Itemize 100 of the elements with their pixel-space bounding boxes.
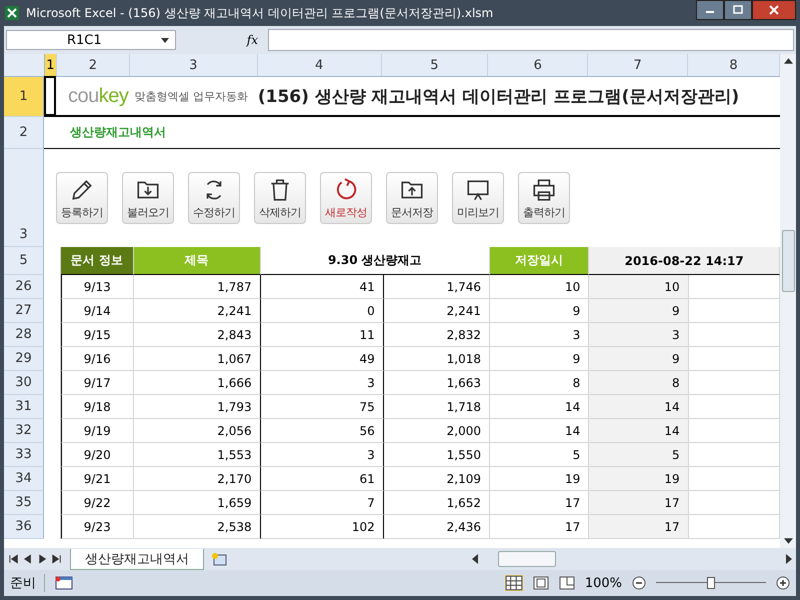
row-header[interactable]: 2 — [4, 117, 44, 149]
refresh-button[interactable]: 수정하기 — [188, 172, 240, 224]
table-cell: 1,666 — [134, 371, 261, 395]
table-cell: 9/17 — [61, 371, 134, 395]
table-cell: 9/13 — [61, 275, 134, 299]
table-cell: 2,832 — [384, 323, 490, 347]
window-title: Microsoft Excel - (156) 생산량 재고내역서 데이터관리 프로그램(문서저장관리).xlsm — [26, 4, 494, 22]
row-header[interactable]: 36 — [4, 515, 44, 539]
table-cell: 75 — [260, 395, 384, 419]
zoom-out-icon[interactable] — [632, 576, 646, 590]
printer-icon — [531, 176, 557, 202]
row-header[interactable]: 32 — [4, 419, 44, 443]
name-box[interactable]: R1C1 — [6, 30, 176, 50]
page-break-icon[interactable] — [558, 576, 575, 590]
table-cell: 9/15 — [61, 323, 134, 347]
column-header[interactable]: 4 — [258, 54, 382, 76]
column-header[interactable]: 7 — [588, 54, 688, 76]
normal-view-icon[interactable] — [504, 575, 523, 591]
table-cell: 11 — [260, 323, 384, 347]
scroll-right-icon[interactable] — [786, 554, 792, 564]
column-header[interactable]: 1 — [44, 54, 57, 76]
row-header[interactable]: 27 — [4, 299, 44, 323]
logo-text: coukey — [68, 84, 128, 108]
formula-input-field[interactable] — [268, 29, 794, 51]
row-header[interactable]: 30 — [4, 371, 44, 395]
row-header[interactable]: 5 — [4, 247, 44, 275]
table-cell: 7 — [260, 491, 384, 515]
table-cell: 1,067 — [134, 347, 261, 371]
row-header[interactable]: 35 — [4, 491, 44, 515]
column-header[interactable]: 2 — [56, 54, 130, 76]
sheet-tab[interactable]: 생산량재고내역서 — [70, 548, 204, 570]
zoom-slider[interactable] — [656, 576, 766, 590]
scroll-down-icon[interactable] — [784, 538, 792, 544]
table-cell: 3 — [260, 443, 384, 467]
table-cell: 19 — [589, 467, 689, 491]
table-cell: 9/21 — [61, 467, 134, 491]
column-header[interactable]: 5 — [382, 54, 488, 76]
page-layout-icon[interactable] — [532, 576, 549, 590]
maximize-button[interactable] — [724, 0, 752, 20]
scroll-thumb[interactable] — [782, 230, 794, 292]
macro-record-icon[interactable] — [55, 576, 73, 590]
table-cell: 56 — [260, 419, 384, 443]
zoom-level[interactable]: 100% — [584, 576, 622, 590]
table-cell: 2,000 — [384, 419, 490, 443]
table-cell: 9/20 — [61, 443, 134, 467]
table-cell: 2,109 — [384, 467, 490, 491]
table-cell: 1,553 — [134, 443, 261, 467]
row-header[interactable]: 29 — [4, 347, 44, 371]
zoom-slider-thumb[interactable] — [707, 577, 715, 589]
table-cell: 3 — [589, 323, 689, 347]
insert-function-button[interactable]: fx — [180, 33, 264, 47]
folder-up-button[interactable]: 문서저장 — [386, 172, 438, 224]
close-button[interactable] — [752, 0, 796, 20]
column-header[interactable]: 3 — [130, 54, 258, 76]
table-cell: 41 — [260, 275, 384, 299]
row-header[interactable]: 28 — [4, 323, 44, 347]
table-cell: 17 — [589, 515, 689, 539]
row-header[interactable]: 31 — [4, 395, 44, 419]
column-header[interactable]: 6 — [488, 54, 588, 76]
scroll-up-icon[interactable] — [784, 58, 792, 64]
table-cell: 10 — [589, 275, 689, 299]
table-cell: 1,659 — [134, 491, 261, 515]
circle-arrow-button[interactable]: 새로작성 — [320, 172, 372, 224]
row-header[interactable]: 1 — [4, 77, 44, 117]
table-cell: 3 — [260, 371, 384, 395]
table-cell: 14 — [589, 419, 689, 443]
table-cell: 9 — [589, 347, 689, 371]
status-text: 준비 — [10, 574, 45, 592]
table-cell: 0 — [260, 299, 384, 323]
row-header[interactable]: 33 — [4, 443, 44, 467]
table-cell: 14 — [589, 395, 689, 419]
row-header[interactable]: 26 — [4, 275, 44, 299]
table-cell: 2016-08-22 14:17 — [589, 247, 780, 275]
table-cell: 8 — [589, 371, 689, 395]
table-cell: 9/19 — [61, 419, 134, 443]
table-cell: 61 — [260, 467, 384, 491]
active-cell[interactable] — [44, 76, 56, 116]
scroll-left-icon[interactable] — [472, 554, 478, 564]
row-header[interactable]: 34 — [4, 467, 44, 491]
table-cell: 1,787 — [134, 275, 261, 299]
table-cell: 2,241 — [384, 299, 490, 323]
vertical-scrollbar[interactable] — [780, 54, 796, 548]
table-cell: 2,241 — [134, 299, 261, 323]
scroll-thumb[interactable] — [498, 551, 556, 567]
pencil-button[interactable]: 등록하기 — [56, 172, 108, 224]
insert-sheet-icon[interactable] — [210, 552, 228, 566]
folder-down-button[interactable]: 불러오기 — [122, 172, 174, 224]
table-cell: 1,652 — [384, 491, 490, 515]
table-cell: 17 — [589, 491, 689, 515]
table-cell: 49 — [260, 347, 384, 371]
trash-button[interactable]: 삭제하기 — [254, 172, 306, 224]
logo-tagline: 맞춤형엑셀 업무자동화 — [134, 88, 248, 104]
minimize-button[interactable] — [696, 0, 724, 20]
printer-button[interactable]: 출력하기 — [518, 172, 570, 224]
zoom-in-icon[interactable] — [776, 576, 790, 590]
row-header[interactable]: 3 — [4, 149, 44, 247]
monitor-button[interactable]: 미리보기 — [452, 172, 504, 224]
table-cell: 1,718 — [384, 395, 490, 419]
table-cell: 102 — [260, 515, 384, 539]
table-cell: 2,436 — [384, 515, 490, 539]
